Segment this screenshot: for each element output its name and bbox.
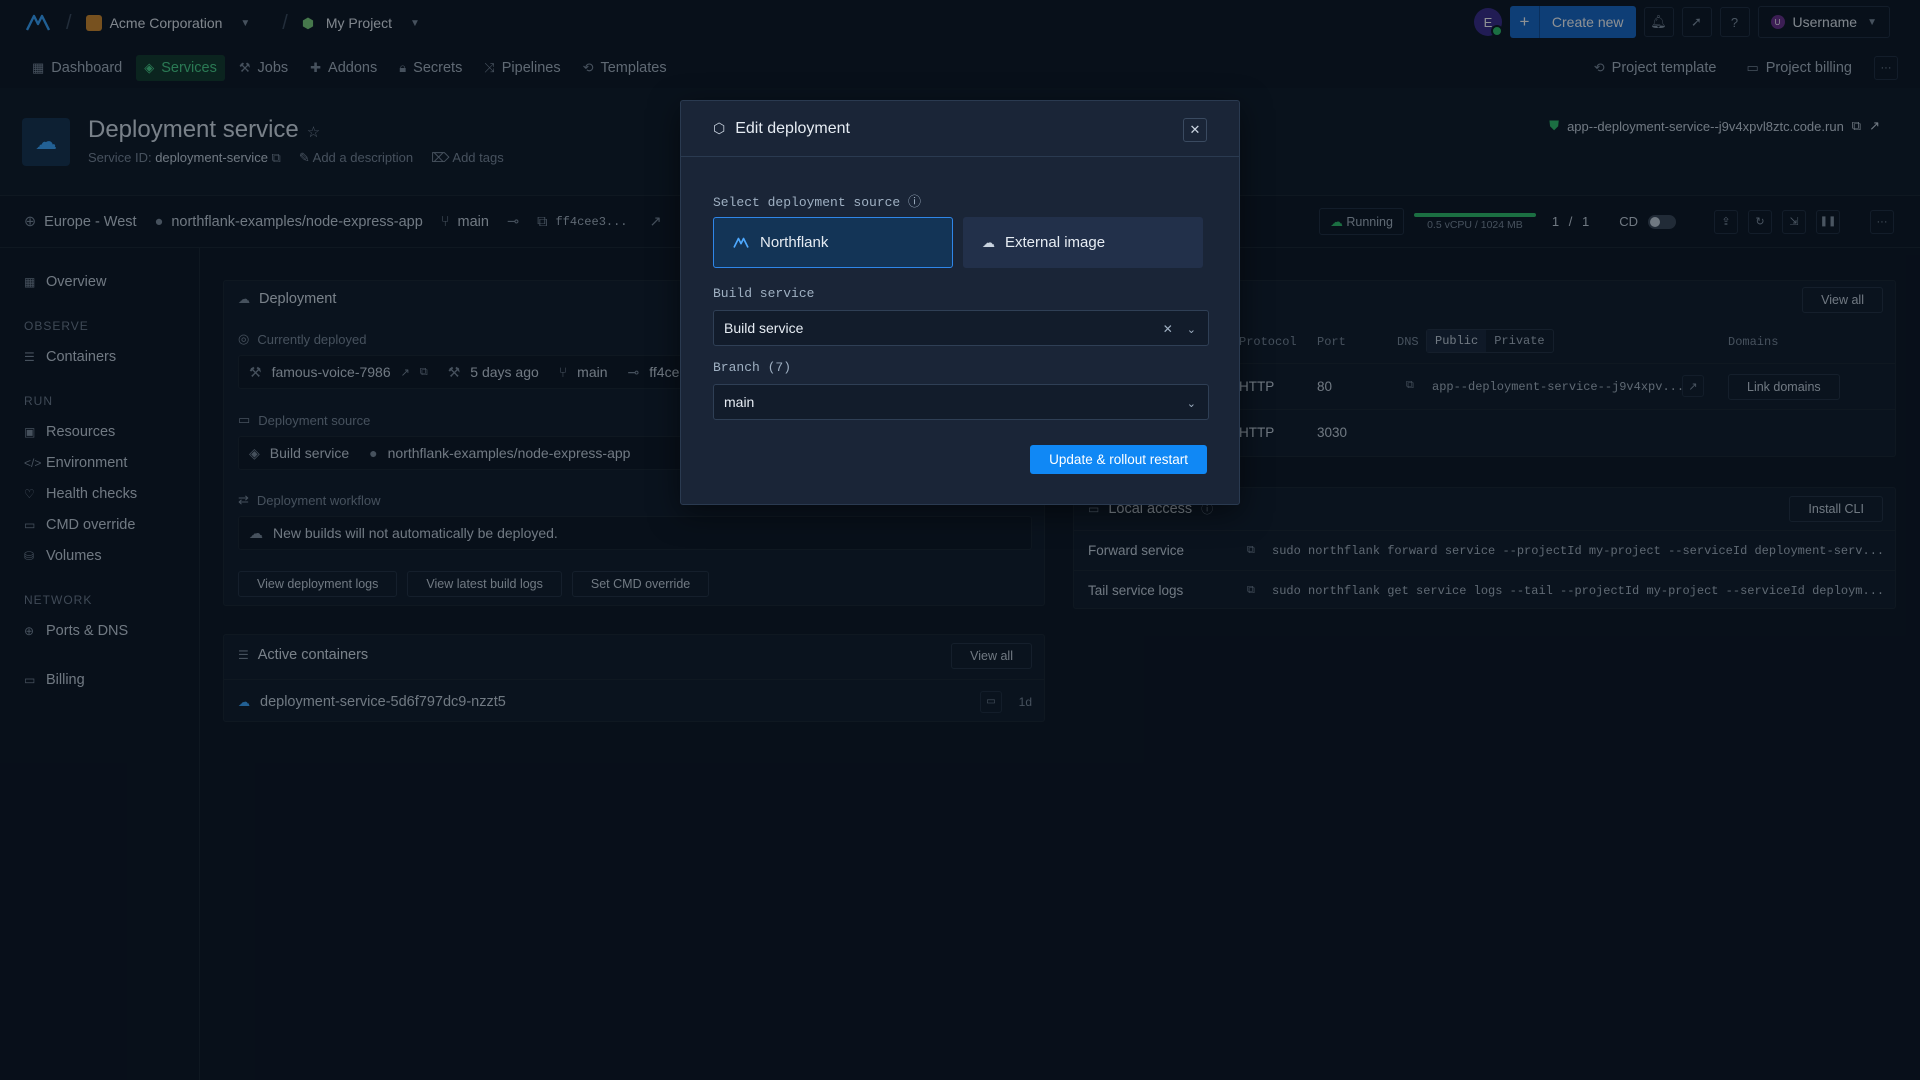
modal-title: Edit deployment [735,119,850,137]
cube-icon: ⬡ [713,120,726,136]
modal-header: ⬡ Edit deployment [681,101,1239,157]
branch-label: Branch (7) [713,360,792,375]
option-label: External image [1005,234,1106,251]
chevron-down-icon: ⌄ [1186,323,1196,336]
chevron-down-icon: ⌄ [1186,397,1196,410]
clear-icon[interactable]: ✕ [1163,322,1173,336]
branch-value: main [724,394,755,410]
option-label: Northflank [760,234,829,251]
close-icon[interactable]: ✕ [1183,118,1207,142]
update-rollout-restart-button[interactable]: Update & rollout restart [1030,445,1207,474]
northflank-icon [733,237,749,248]
help-icon[interactable]: ⓘ [908,194,921,209]
build-service-value: Build service [724,320,804,336]
label-text: Select deployment source [713,195,901,210]
cloud-icon: ☁ [982,234,995,250]
edit-deployment-modal: ⬡ Edit deployment ✕ Select deployment so… [680,100,1240,505]
source-option-northflank[interactable]: Northflank [713,217,953,268]
build-service-select[interactable]: Build service ✕ ⌄ [713,310,1209,346]
build-service-label: Build service [713,286,815,301]
branch-select[interactable]: main ⌄ [713,384,1209,420]
source-option-external-image[interactable]: ☁ External image [963,217,1203,268]
select-controls: ✕ ⌄ [1163,311,1196,347]
deployment-source-label: Select deployment source ⓘ [713,191,921,210]
select-controls: ⌄ [1187,385,1196,421]
